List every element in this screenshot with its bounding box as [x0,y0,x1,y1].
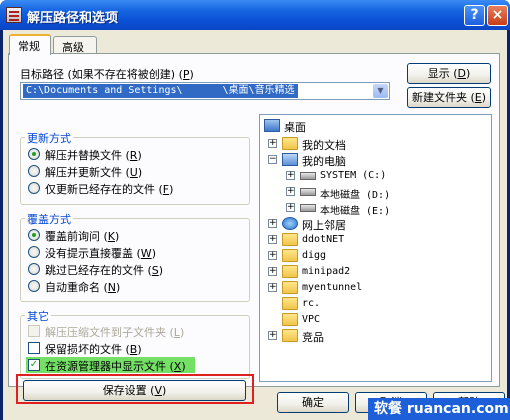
window-title: 解压路径和选项 [27,11,119,26]
update-mode-title: 更新方式 [25,130,73,146]
folder-icon [282,329,298,342]
watermark: 软餐 ruancan.com [368,398,510,420]
radio-button[interactable] [28,263,40,275]
computer-icon [282,153,298,166]
folder-icon [282,265,298,278]
dialog-window: 解压路径和选项 ? × 常规 高级 目标路径 (如果不存在将被创建) (P) C… [0,0,510,420]
checkbox[interactable] [28,342,40,354]
radio-button[interactable] [28,165,40,177]
folder-icon [282,297,298,310]
ok-button[interactable]: 确定 [277,392,349,413]
radio-button[interactable] [28,280,40,292]
radio-button[interactable] [28,148,40,160]
checkbox [28,325,40,337]
target-path-label: 目标路径 (如果不存在将被创建) (P) [20,68,194,81]
drive-icon [300,204,316,212]
drive-icon [300,188,316,196]
save-settings-button[interactable]: 保存设置 (V) [23,380,246,401]
close-button[interactable]: × [487,5,508,26]
folder-icon [282,233,298,246]
folder-tree[interactable]: 桌面 + 我的文档 − 我的电脑 + SYSTEM (C:) + 本地磁盘 (D… [259,114,492,382]
radio-button[interactable] [28,246,40,258]
misc-group-title: 其它 [25,308,51,324]
desktop-icon [264,119,280,132]
network-icon [282,217,298,230]
folder-icon [282,281,298,294]
archive-icon [6,7,22,23]
target-path-combo[interactable]: C:\Documents and Settings\ \桌面\音乐精选 ▼ [20,82,390,100]
title-bar: 解压路径和选项 ? × [0,0,510,30]
new-folder-button[interactable]: 新建文件夹 (E) [407,87,491,108]
radio-button[interactable] [28,229,40,241]
folder-icon [282,137,298,150]
folder-icon [282,249,298,262]
tab-general[interactable]: 常规 [9,34,51,55]
radio-button[interactable] [28,182,40,194]
show-button[interactable]: 显示 (D) [407,63,491,84]
checkbox-checked[interactable]: ✓ [28,359,40,371]
folder-icon [282,313,298,326]
tab-advanced[interactable]: 高级 [53,36,97,54]
help-title-button[interactable]: ? [464,5,485,26]
drive-icon [300,172,316,180]
chevron-down-icon[interactable]: ▼ [373,84,388,98]
tab-page-general: 目标路径 (如果不存在将被创建) (P) C:\Documents and Se… [8,53,500,404]
dialog-client-area: 常规 高级 目标路径 (如果不存在将被创建) (P) C:\Documents … [3,30,507,420]
overwrite-mode-title: 覆盖方式 [25,211,73,227]
target-path-value[interactable]: C:\Documents and Settings\ \桌面\音乐精选 [23,84,298,98]
